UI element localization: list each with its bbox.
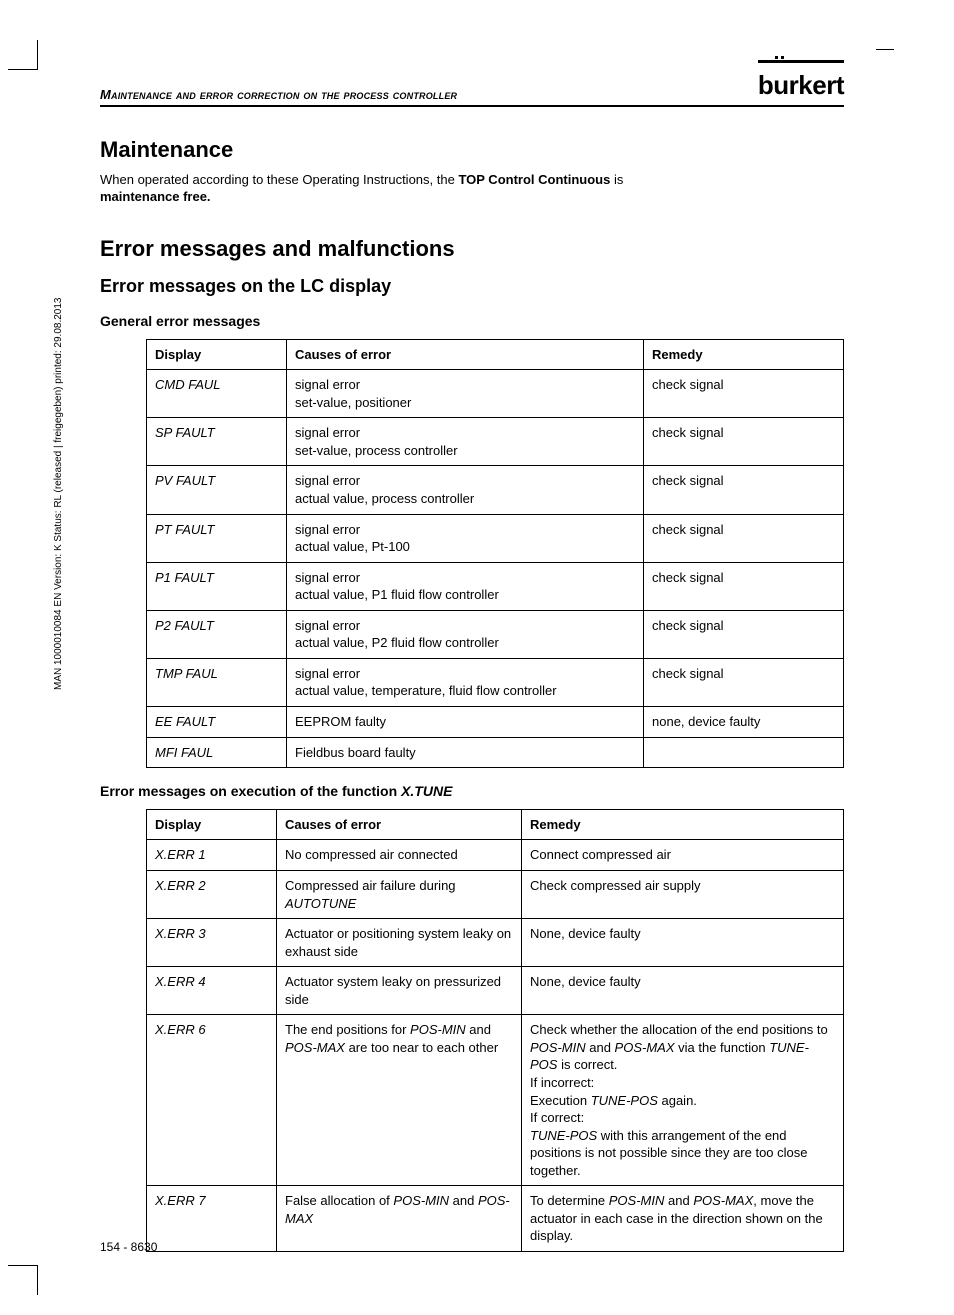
cell-cause: signal errorset-value, process controlle… [287,418,644,466]
table-row: PV FAULTsignal erroractual value, proces… [147,466,844,514]
cell-cause: Compressed air failure during AUTOTUNE [277,871,522,919]
cell-remedy: check signal [644,562,844,610]
cell-display: MFI FAUL [147,737,287,768]
table-row: X.ERR 6The end positions for POS-MIN and… [147,1015,844,1186]
h1-maintenance: Maintenance [100,135,844,165]
cell-display: PV FAULT [147,466,287,514]
burkert-logo: burkert [758,60,844,103]
cell-cause: signal erroractual value, process contro… [287,466,644,514]
xtune-error-table: Display Causes of error Remedy X.ERR 1No… [146,809,844,1252]
cell-remedy: check signal [644,514,844,562]
cell-display: P2 FAULT [147,610,287,658]
th-display: Display [147,809,277,840]
crop-mark-tr [876,20,894,50]
table-row: P1 FAULTsignal erroractual value, P1 flu… [147,562,844,610]
table-row: TMP FAULsignal erroractual value, temper… [147,658,844,706]
crop-mark-tl [8,40,38,70]
cell-display: P1 FAULT [147,562,287,610]
maintenance-para: When operated according to these Operati… [100,171,844,206]
cell-display: EE FAULT [147,706,287,737]
cell-cause: False allocation of POS-MIN and POS-MAX [277,1186,522,1252]
t: X.TUNE [401,783,452,799]
cell-remedy: check signal [644,610,844,658]
cell-cause: No compressed air connected [277,840,522,871]
cell-remedy: None, device faulty [522,919,844,967]
table-row: MFI FAULFieldbus board faulty [147,737,844,768]
cell-remedy: None, device faulty [522,967,844,1015]
th-display: Display [147,339,287,370]
side-meta-text: MAN 1000010084 EN Version: K Status: RL … [52,298,66,690]
running-head: Maintenance and error correction on the … [100,86,457,104]
cell-cause: signal erroractual value, P1 fluid flow … [287,562,644,610]
cell-display: CMD FAUL [147,370,287,418]
page-footer: 154 - 8630 [100,1239,157,1255]
table-row: CMD FAULsignal errorset-value, positione… [147,370,844,418]
general-table-wrap: Display Causes of error Remedy CMD FAULs… [146,339,844,768]
table-row: X.ERR 7False allocation of POS-MIN and P… [147,1186,844,1252]
cell-cause: EEPROM faulty [287,706,644,737]
cell-remedy: Check compressed air supply [522,871,844,919]
h1-errors: Error messages and malfunctions [100,234,844,264]
cell-display: X.ERR 2 [147,871,277,919]
cell-remedy: Connect compressed air [522,840,844,871]
cell-display: X.ERR 3 [147,919,277,967]
table-row: P2 FAULTsignal erroractual value, P2 flu… [147,610,844,658]
t: is [610,172,623,187]
cell-remedy [644,737,844,768]
logo-text: burkert [758,70,844,100]
th-remedy: Remedy [522,809,844,840]
cell-display: X.ERR 6 [147,1015,277,1186]
cell-cause: Fieldbus board faulty [287,737,644,768]
cell-display: PT FAULT [147,514,287,562]
t: TOP Control Continuous [458,172,610,187]
cell-remedy: check signal [644,418,844,466]
table-header-row: Display Causes of error Remedy [147,339,844,370]
table-row: X.ERR 2Compressed air failure during AUT… [147,871,844,919]
t: maintenance free. [100,189,211,204]
cell-remedy: check signal [644,466,844,514]
cell-remedy: check signal [644,370,844,418]
h2-lc-display: Error messages on the LC display [100,274,844,298]
h3-general: General error messages [100,312,844,331]
cell-cause: signal erroractual value, temperature, f… [287,658,644,706]
cell-display: X.ERR 7 [147,1186,277,1252]
cell-cause: signal erroractual value, Pt-100 [287,514,644,562]
cell-display: SP FAULT [147,418,287,466]
cell-cause: Actuator or positioning system leaky on … [277,919,522,967]
page: MAN 1000010084 EN Version: K Status: RL … [0,0,954,1315]
cell-cause: signal erroractual value, P2 fluid flow … [287,610,644,658]
cell-cause: signal errorset-value, positioner [287,370,644,418]
cell-display: X.ERR 1 [147,840,277,871]
cell-remedy: check signal [644,658,844,706]
cell-display: X.ERR 4 [147,967,277,1015]
th-cause: Causes of error [287,339,644,370]
crop-mark-bl [8,1265,38,1295]
t: When operated according to these Operati… [100,172,458,187]
table-row: EE FAULTEEPROM faultynone, device faulty [147,706,844,737]
th-cause: Causes of error [277,809,522,840]
table-row: SP FAULTsignal errorset-value, process c… [147,418,844,466]
cell-cause: The end positions for POS-MIN and POS-MA… [277,1015,522,1186]
table-header-row: Display Causes of error Remedy [147,809,844,840]
cell-cause: Actuator system leaky on pressurized sid… [277,967,522,1015]
general-error-table: Display Causes of error Remedy CMD FAULs… [146,339,844,768]
th-remedy: Remedy [644,339,844,370]
page-header: Maintenance and error correction on the … [100,60,844,107]
cell-remedy: Check whether the allocation of the end … [522,1015,844,1186]
cell-remedy: To determine POS-MIN and POS-MAX, move t… [522,1186,844,1252]
table-row: X.ERR 3Actuator or positioning system le… [147,919,844,967]
table-row: PT FAULTsignal erroractual value, Pt-100… [147,514,844,562]
table-row: X.ERR 4Actuator system leaky on pressuri… [147,967,844,1015]
t: Error messages on execution of the funct… [100,783,401,799]
cell-remedy: none, device faulty [644,706,844,737]
xtune-table-wrap: Display Causes of error Remedy X.ERR 1No… [146,809,844,1252]
cell-display: TMP FAUL [147,658,287,706]
h3-xtune: Error messages on execution of the funct… [100,782,844,801]
table-row: X.ERR 1No compressed air connectedConnec… [147,840,844,871]
